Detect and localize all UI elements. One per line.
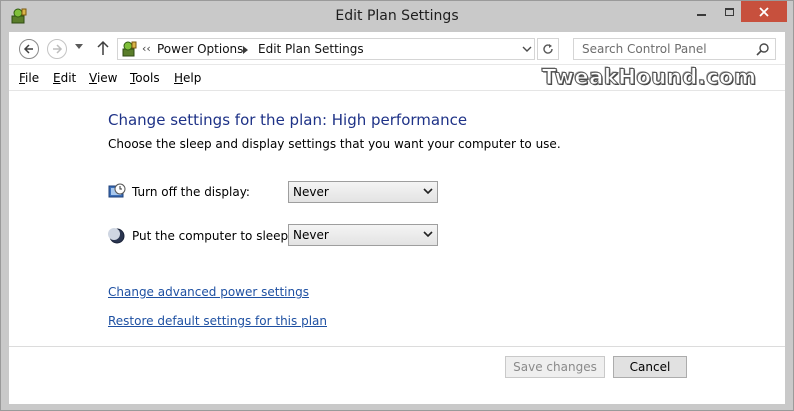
up-arrow-icon[interactable] (97, 40, 109, 56)
restore-defaults-link[interactable]: Restore default settings for this plan (108, 314, 327, 328)
menu-bar: File Edit View Tools Help TweakHound.com (9, 65, 785, 91)
title-bar: Edit Plan Settings (1, 1, 793, 32)
back-arrow-icon (23, 44, 33, 54)
window: Edit Plan Settings ‹‹ Power Options Edit… (0, 0, 794, 411)
menu-file[interactable]: File (19, 71, 39, 85)
sleep-select[interactable]: Never (288, 224, 438, 246)
breadcrumb-power-options[interactable]: Power Options (157, 42, 243, 56)
breadcrumb-overflow[interactable]: ‹‹ (142, 42, 151, 55)
close-button[interactable] (741, 1, 787, 22)
window-title: Edit Plan Settings (335, 8, 459, 24)
close-icon (759, 6, 769, 17)
tweakhound-watermark: TweakHound.com (541, 65, 757, 90)
advanced-power-settings-link[interactable]: Change advanced power settings (108, 285, 309, 299)
forward-button[interactable] (47, 39, 67, 59)
minimize-icon (696, 13, 706, 16)
back-button[interactable] (19, 39, 39, 59)
breadcrumb-separator-icon[interactable] (243, 46, 249, 54)
sleep-value: Never (293, 228, 329, 242)
main-content: Change settings for the plan: High perfo… (9, 91, 785, 346)
maximize-icon (724, 7, 734, 16)
turn-off-display-select[interactable]: Never (288, 181, 438, 203)
search-icon[interactable] (756, 42, 770, 56)
refresh-button[interactable] (537, 38, 559, 60)
turn-off-display-value: Never (293, 185, 329, 199)
menu-tools[interactable]: Tools (130, 71, 160, 85)
sleep-moon-icon (108, 228, 125, 244)
recent-locations-dropdown[interactable] (75, 44, 83, 50)
menu-edit[interactable]: Edit (53, 71, 76, 85)
menu-view[interactable]: View (89, 71, 117, 85)
chevron-down-icon[interactable] (522, 46, 532, 53)
maximize-button[interactable] (715, 1, 743, 22)
power-options-icon (122, 41, 137, 57)
chevron-down-icon (423, 231, 433, 238)
chevron-down-icon (423, 188, 433, 195)
page-title: Change settings for the plan: High perfo… (108, 111, 468, 129)
breadcrumb-edit-plan-settings[interactable]: Edit Plan Settings (258, 42, 364, 56)
search-input[interactable] (574, 39, 754, 59)
search-box[interactable] (573, 38, 776, 60)
cancel-button[interactable]: Cancel (613, 356, 687, 378)
footer: Save changes Cancel (9, 346, 785, 404)
turn-off-display-label: Turn off the display: (132, 185, 250, 199)
display-timer-icon (108, 183, 126, 198)
sleep-label: Put the computer to sleep: (132, 229, 293, 243)
address-bar[interactable]: ‹‹ Power Options Edit Plan Settings (117, 38, 535, 60)
page-description: Choose the sleep and display settings th… (108, 137, 561, 151)
forward-arrow-icon (53, 44, 63, 54)
menu-help[interactable]: Help (174, 71, 201, 85)
refresh-icon (543, 44, 553, 54)
save-changes-button[interactable]: Save changes (505, 356, 605, 378)
minimize-button[interactable] (687, 1, 715, 22)
navigation-bar: ‹‹ Power Options Edit Plan Settings (9, 32, 785, 65)
